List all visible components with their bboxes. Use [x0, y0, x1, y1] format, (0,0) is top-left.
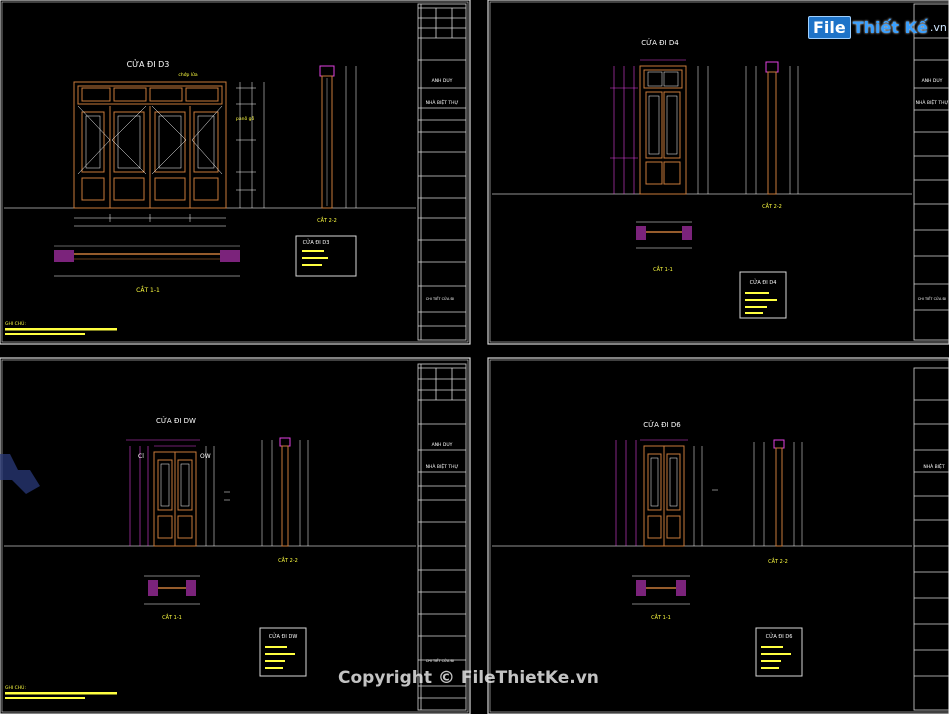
- section-label: CẮT 2-2: [278, 556, 298, 564]
- door-title: CỬA ĐI D6: [643, 420, 681, 429]
- door-elevation: [73, 81, 227, 209]
- tb-client: ANH DUY: [432, 78, 453, 84]
- door-elevation: [639, 65, 687, 195]
- notes-label: GHI CHÚ:: [5, 320, 26, 327]
- door-inner-panels: [647, 71, 679, 155]
- section-label: CẮT 2-2: [768, 557, 788, 565]
- notes-line: [5, 333, 85, 335]
- sheet-d4: ANH DUY NHÀ BIỆT THỰ CHI TIẾT CỬA ĐI CỬA…: [492, 3, 949, 341]
- plan-1-1: [632, 575, 690, 605]
- notes-label: GHI CHÚ:: [5, 684, 26, 691]
- label-top: chớp lửa: [178, 71, 197, 78]
- label-right: OW: [200, 453, 211, 460]
- legend-lines: [745, 292, 777, 314]
- legend-title: CỬA ĐI D6: [766, 632, 793, 640]
- dimension-lines-right: [205, 446, 230, 546]
- section-2-2: [753, 439, 803, 547]
- door-title: CỬA ĐI DW: [156, 416, 196, 425]
- plan-label: CẮT 1-1: [162, 613, 182, 621]
- tb-project: NHÀ BIỆT THỰ: [426, 462, 459, 470]
- cad-drawing-canvas: ANH DUY NHÀ BIỆT THỰ CHI TIẾT CỬA ĐI CỬA…: [0, 0, 949, 714]
- plan-1-1: [54, 245, 240, 277]
- section-2-2: [745, 61, 799, 195]
- sheet-frames: [0, 0, 949, 714]
- tb-project: NHÀ BIỆT THỰ: [916, 98, 949, 106]
- title-block: [913, 367, 949, 711]
- door-elevation: [153, 451, 197, 547]
- legend-lines: [761, 646, 791, 669]
- logo-text: Thiết Kế: [852, 17, 928, 37]
- sheet-dw: ANH DUY NHÀ BIỆT THỰ CHI TIẾT CỬA ĐI CỬA…: [0, 363, 467, 711]
- title-block: [417, 3, 467, 341]
- legend-box: [739, 271, 787, 319]
- tb-project: NHÀ BIỆT THỰ: [426, 98, 459, 106]
- background-artifact: [0, 454, 40, 494]
- logo-domain: .vn: [929, 20, 947, 34]
- tb-drawing: CHI TIẾT CỬA ĐI: [918, 295, 947, 301]
- section-2-2: [261, 437, 309, 547]
- tb-project: NHÀ BIỆT: [923, 462, 945, 470]
- plan-1-1: [144, 575, 200, 605]
- tb-client: ANH DUY: [922, 78, 943, 84]
- sheet-d6: NHÀ BIỆT CỬA ĐI D6 CẮT 2-2 CẮT 1-1 CỬA Đ…: [492, 367, 949, 711]
- label-left: Cl: [138, 453, 144, 460]
- section-2-2: [319, 65, 357, 209]
- copyright-watermark: Copyright © FileThietKe.vn: [338, 668, 599, 688]
- sheet-d3: ANH DUY NHÀ BIỆT THỰ CHI TIẾT CỬA ĐI CỬA…: [4, 3, 467, 341]
- dimension-lines-right: [697, 66, 709, 194]
- plan-label: CẮT 1-1: [651, 613, 671, 621]
- legend-title: CỬA ĐI DW: [269, 632, 298, 640]
- legend-lines: [302, 250, 328, 266]
- notes-line: [5, 692, 117, 695]
- dimension-lines-right: [693, 446, 718, 546]
- label-side: panô gỗ: [236, 115, 255, 122]
- legend-title: CỬA ĐI D3: [303, 238, 330, 246]
- legend-lines: [265, 646, 295, 669]
- plan-label: CẮT 1-1: [653, 265, 673, 273]
- tb-drawing: CHI TIẾT CỬA ĐI: [426, 657, 455, 663]
- legend-title: CỬA ĐI D4: [750, 278, 777, 286]
- section-label: CẮT 2-2: [762, 202, 782, 210]
- door-elevation: [643, 445, 685, 547]
- door-title: CỬA ĐI D4: [641, 38, 679, 47]
- tb-drawing: CHI TIẾT CỬA ĐI: [426, 295, 455, 301]
- section-label: CẮT 2-2: [317, 216, 337, 224]
- plan-label: CẮT 1-1: [136, 286, 160, 294]
- door-title: CỬA ĐI D3: [127, 58, 170, 69]
- logo-box: File: [808, 15, 851, 39]
- filethietke-logo: File Thiết Kế .vn: [808, 12, 947, 42]
- tb-client: ANH DUY: [432, 442, 453, 448]
- title-block: [913, 3, 949, 341]
- notes-line: [5, 697, 85, 699]
- notes-line: [5, 328, 117, 331]
- plan-1-1: [636, 221, 692, 249]
